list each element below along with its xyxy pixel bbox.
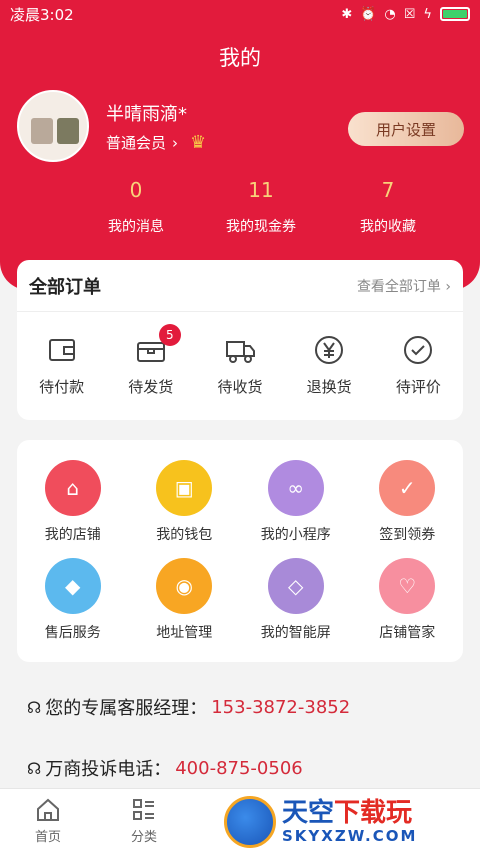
profile-header: 我的 半晴雨滴* 普通会员 › ♛ 用户设置 0 我的消息 11 我的现金券 7…	[0, 28, 480, 290]
order-pending-receipt[interactable]: 待收货	[200, 334, 280, 397]
charging-icon: ϟ	[423, 6, 432, 22]
tab-label: 分类	[130, 830, 157, 845]
calendar-check-icon: ✓	[379, 460, 436, 516]
wallet-icon: ▣	[156, 460, 213, 516]
orders-header: 全部订单 查看全部订单 ›	[17, 260, 463, 312]
tool-my-wallet[interactable]: ▣ 我的钱包	[129, 460, 241, 544]
order-label: 退换货	[306, 378, 352, 396]
wallet-icon	[48, 339, 75, 361]
complaint-line: ☊ 万商投诉电话： 400-875-0506	[27, 755, 303, 781]
order-label: 待发货	[128, 378, 174, 396]
tool-after-sales[interactable]: ◆ 售后服务	[17, 558, 129, 642]
tool-mini-program[interactable]: ∞ 我的小程序	[240, 460, 352, 544]
orders-card: 全部订单 查看全部订单 › 待付款 5 待发货 待收货 退换货 待评价	[17, 260, 463, 420]
sim-icon: ☒	[403, 6, 416, 22]
wifi-icon: ◔	[384, 6, 396, 22]
complaint-phone[interactable]: 400-875-0506	[175, 758, 303, 779]
order-pending-payment[interactable]: 待付款	[22, 334, 102, 397]
avatar[interactable]	[17, 90, 89, 162]
tool-smart-screen[interactable]: ◇ 我的智能屏	[240, 558, 352, 642]
avatar-shirt-2	[57, 118, 79, 144]
diamond-icon: ◇	[267, 558, 324, 614]
status-bar: 凌晨3:02 ✱ ⏰ ◔ ☒ ϟ	[0, 0, 480, 28]
watermark-text: 天空下载玩 SKYXZW.COM	[282, 798, 418, 845]
order-returns[interactable]: 退换货	[289, 334, 369, 397]
stat-messages[interactable]: 0 我的消息	[76, 178, 196, 236]
stat-favorites[interactable]: 7 我的收藏	[328, 178, 448, 236]
service-manager-label: 您的专属客服经理：	[45, 698, 208, 719]
order-label: 待付款	[39, 378, 85, 396]
alarm-icon: ⏰	[360, 6, 377, 22]
tools-card: ⌂ 我的店铺 ▣ 我的钱包 ∞ 我的小程序 ✓ 签到领券 ◆ 售后服务 ◉ 地址…	[17, 440, 463, 662]
site-watermark: 天空下载玩 SKYXZW.COM	[224, 796, 474, 848]
check-circle-icon	[404, 336, 433, 364]
return-yen-icon	[315, 336, 344, 364]
order-count-badge: 5	[158, 324, 181, 346]
view-all-orders-link[interactable]: 查看全部订单 ›	[357, 276, 451, 296]
location-pin-icon: ◉	[156, 558, 213, 614]
complaint-label: 万商投诉电话：	[45, 759, 172, 780]
home-icon	[37, 798, 59, 821]
watermark-logo-icon	[224, 796, 276, 848]
link-icon: ∞	[267, 460, 324, 516]
stat-coupons[interactable]: 11 我的现金券	[201, 178, 321, 236]
heart-icon: ♡	[379, 558, 436, 614]
status-time: 凌晨3:02	[10, 5, 74, 24]
order-pending-review[interactable]: 待评价	[378, 334, 458, 397]
stat-label: 我的收藏	[360, 219, 416, 235]
chevron-right-icon: ›	[172, 133, 179, 152]
order-label: 待收货	[217, 378, 263, 396]
order-label: 待评价	[395, 378, 441, 396]
tool-label: 我的钱包	[156, 527, 213, 543]
crown-icon: ♛	[190, 132, 207, 153]
tool-my-store[interactable]: ⌂ 我的店铺	[17, 460, 129, 544]
tool-label: 店铺管家	[379, 625, 436, 641]
tab-home[interactable]: 首页	[0, 789, 96, 853]
member-level-link[interactable]: 普通会员 › ♛	[106, 132, 206, 153]
service-manager-phone[interactable]: 153-3872-3852	[211, 697, 350, 718]
tools-grid: ⌂ 我的店铺 ▣ 我的钱包 ∞ 我的小程序 ✓ 签到领券 ◆ 售后服务 ◉ 地址…	[17, 440, 463, 642]
page-title: 我的	[219, 46, 261, 70]
stat-label: 我的现金券	[226, 219, 296, 235]
tool-label: 售后服务	[44, 625, 101, 641]
bluetooth-icon: ✱	[341, 6, 353, 22]
order-status-list: 待付款 5 待发货 待收货 退换货 待评价	[17, 312, 463, 397]
truck-icon	[225, 341, 255, 363]
status-icons: ✱ ⏰ ◔ ☒ ϟ	[341, 7, 470, 22]
member-level: 普通会员	[106, 134, 167, 152]
stat-value: 0	[129, 178, 143, 202]
user-settings-button[interactable]: 用户设置	[348, 112, 464, 146]
tool-checkin-coupons[interactable]: ✓ 签到领券	[352, 460, 464, 544]
tool-label: 签到领券	[379, 527, 436, 543]
store-icon: ⌂	[44, 460, 101, 516]
stat-value: 7	[381, 178, 395, 202]
orders-title: 全部订单	[29, 276, 101, 298]
headset-icon: ☊	[27, 697, 42, 717]
headset-icon: ☊	[27, 758, 42, 778]
tool-store-steward[interactable]: ♡ 店铺管家	[352, 558, 464, 642]
stat-label: 我的消息	[108, 219, 164, 235]
avatar-shirt-1	[31, 118, 53, 144]
tool-address[interactable]: ◉ 地址管理	[129, 558, 241, 642]
tab-category[interactable]: 分类	[96, 789, 192, 853]
shield-icon: ◆	[44, 558, 101, 614]
order-pending-shipment[interactable]: 5 待发货	[111, 324, 191, 397]
service-manager-line: ☊ 您的专属客服经理： 153-3872-3852	[27, 694, 350, 720]
tool-label: 我的智能屏	[260, 625, 331, 641]
tool-label: 我的店铺	[44, 527, 101, 543]
tab-label: 首页	[34, 830, 61, 845]
username: 半晴雨滴*	[106, 104, 187, 125]
battery-icon	[440, 7, 470, 21]
tool-label: 地址管理	[156, 625, 213, 641]
tool-label: 我的小程序	[260, 527, 331, 543]
category-icon	[133, 799, 154, 820]
stat-value: 11	[248, 178, 274, 202]
